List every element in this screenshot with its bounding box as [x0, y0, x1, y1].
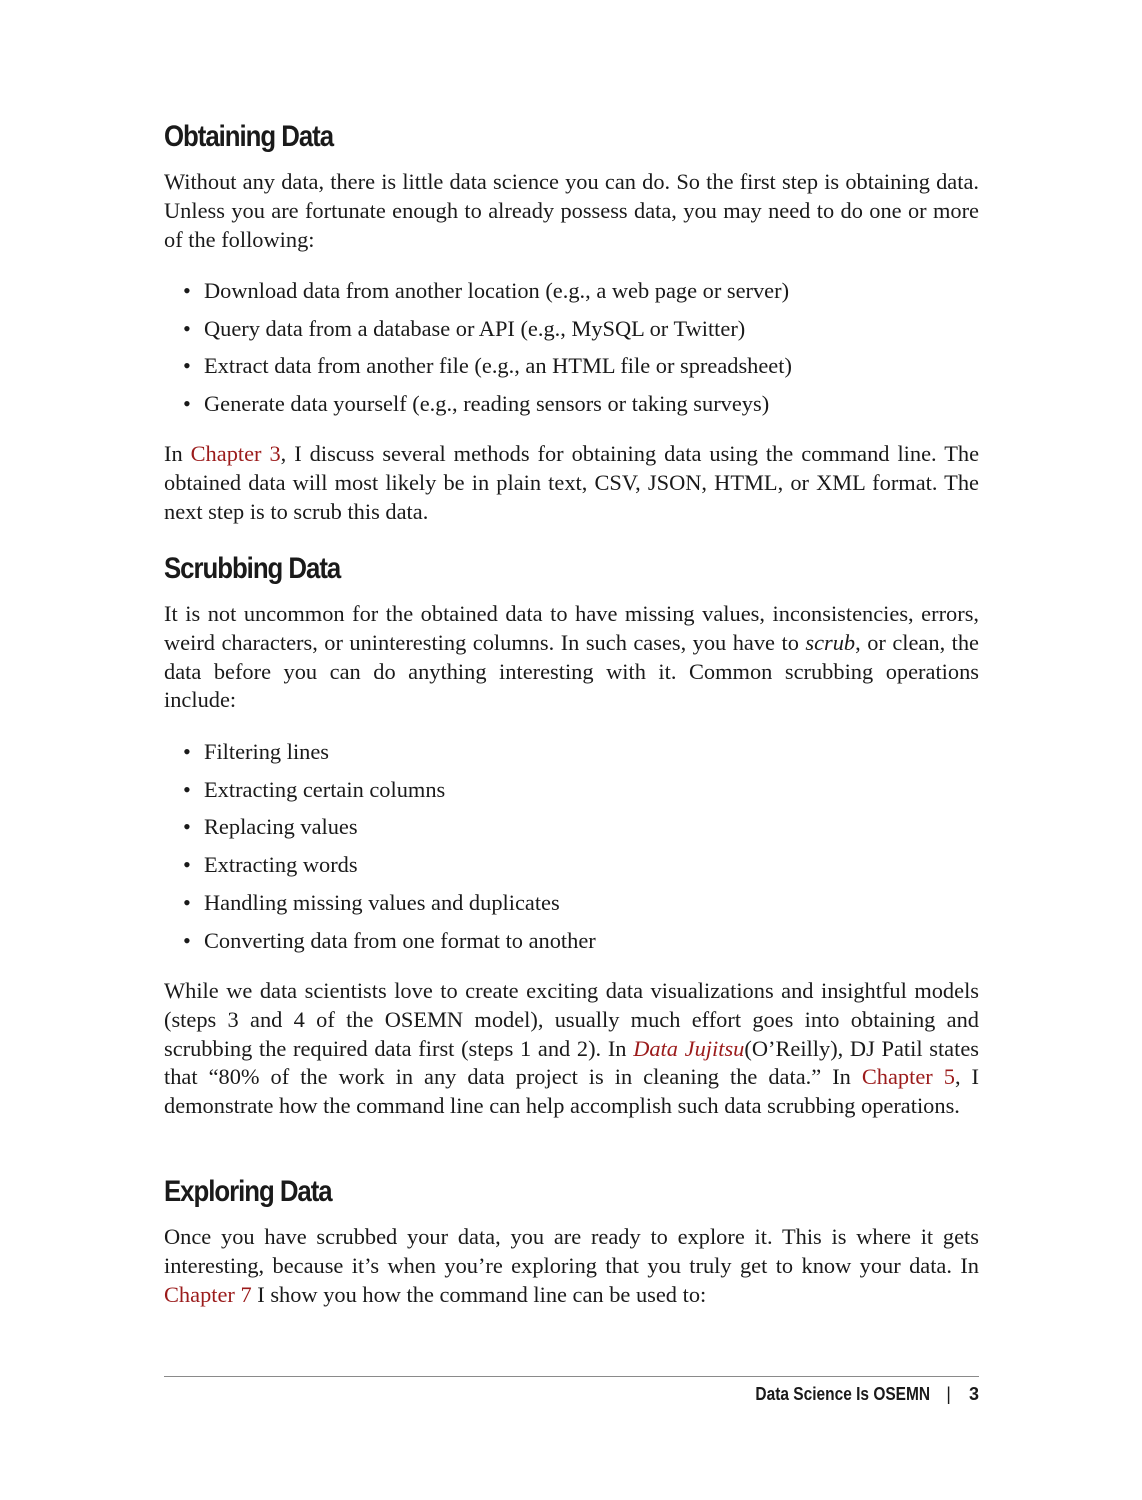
- chapter-5-link[interactable]: Chapter 5: [862, 1064, 955, 1089]
- list-item: Generate data yourself (e.g., reading se…: [164, 385, 792, 423]
- paragraph-scrubbing-intro: It is not uncommon for the obtained data…: [164, 600, 979, 715]
- running-footer-title: Data Science Is OSEMN: [755, 1384, 931, 1404]
- text-span: I show you how the command line can be u…: [251, 1281, 707, 1307]
- section-heading-obtaining-data: Obtaining Data: [164, 120, 334, 153]
- list-item: Download data from another location (e.g…: [164, 272, 792, 310]
- section-heading-scrubbing-data: Scrubbing Data: [164, 552, 341, 585]
- obtaining-bullet-list: Download data from another location (e.g…: [164, 272, 792, 423]
- paragraph-scrubbing-outro: While we data scientists love to create …: [164, 977, 979, 1121]
- section-heading-exploring-data: Exploring Data: [164, 1175, 333, 1208]
- footer-separator: |: [946, 1384, 951, 1404]
- list-item: Extract data from another file (e.g., an…: [164, 347, 792, 385]
- paragraph-exploring-intro: Once you have scrubbed your data, you ar…: [164, 1223, 979, 1309]
- list-item: Filtering lines: [164, 733, 596, 771]
- list-item: Converting data from one format to anoth…: [164, 922, 596, 960]
- scrubbing-bullet-list: Filtering lines Extracting certain colum…: [164, 733, 596, 959]
- list-item: Query data from a database or API (e.g.,…: [164, 310, 792, 348]
- text-span: Once you have scrubbed your data, you ar…: [164, 1224, 979, 1278]
- chapter-7-link[interactable]: Chapter 7: [164, 1282, 252, 1307]
- list-item: Replacing values: [164, 808, 596, 846]
- page-number: 3: [968, 1384, 979, 1404]
- text-span: In: [164, 441, 191, 466]
- list-item: Extracting certain columns: [164, 771, 596, 809]
- paragraph-obtaining-outro: In Chapter 3, I discuss several methods …: [164, 440, 979, 526]
- paragraph-obtaining-intro: Without any data, there is little data s…: [164, 169, 979, 252]
- page-footer: Data Science Is OSEMN | 3: [727, 1384, 979, 1405]
- footer-divider: [164, 1376, 979, 1377]
- list-item: Handling missing values and duplicates: [164, 884, 596, 922]
- chapter-3-link[interactable]: Chapter 3: [191, 441, 281, 466]
- list-item: Extracting words: [164, 846, 596, 884]
- text-span: , I discuss several methods for obtainin…: [164, 441, 980, 524]
- emphasis-scrub: scrub: [805, 629, 856, 655]
- data-jujitsu-link[interactable]: Data Jujitsu: [633, 1036, 744, 1061]
